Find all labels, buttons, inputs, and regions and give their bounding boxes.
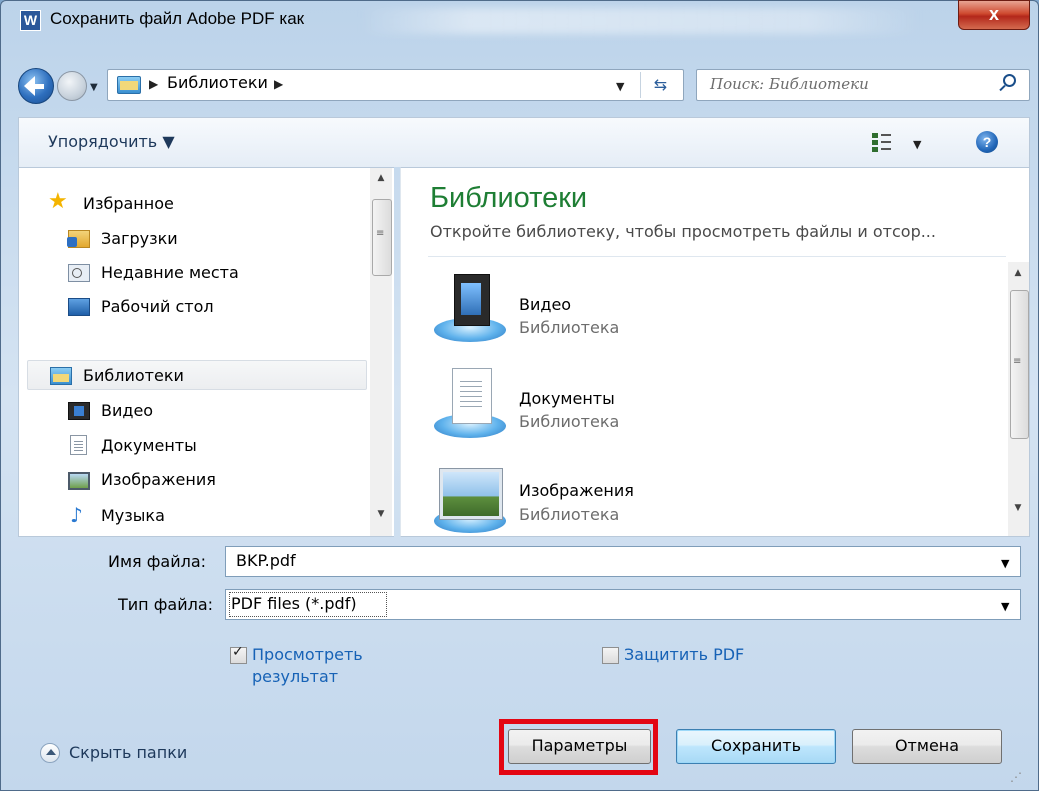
sidebar-item-video[interactable]: Видео [101,401,153,420]
scroll-down-icon[interactable]: ▼ [1008,503,1028,513]
organize-menu[interactable]: Упорядочить ▼ [48,132,175,151]
file-type-dropdown-icon[interactable]: ▼ [1001,600,1009,613]
sidebar-item-documents[interactable]: Документы [101,436,197,455]
back-arrow-icon [24,76,35,96]
file-name-label: Имя файла: [108,552,207,571]
pictures-library-icon [432,463,508,535]
library-name-pictures[interactable]: Изображения [519,481,634,500]
desktop-icon [68,298,90,316]
pictures-icon [68,472,90,490]
music-icon: ♪ [70,503,83,527]
file-name-value[interactable]: BKP.pdf [236,551,296,570]
downloads-folder-icon [67,230,90,248]
sidebar-item-pictures[interactable]: Изображения [101,470,216,489]
documents-library-icon [432,368,508,440]
search-icon[interactable] [1003,74,1016,87]
page-subtitle: Откройте библиотеку, чтобы просмотреть ф… [430,222,936,241]
window-title: Сохранить файл Adobe PDF как [50,9,305,28]
library-type-documents: Библиотека [519,412,620,431]
scroll-up-icon[interactable]: ▲ [371,173,391,183]
breadcrumb-chevron-icon[interactable]: ▶ [149,77,158,91]
scroll-down-icon[interactable]: ▼ [371,509,391,519]
video-icon [68,402,90,420]
sidebar-item-libraries[interactable]: Библиотеки [83,366,184,385]
resize-grip-icon[interactable]: ⋰ [1010,770,1022,784]
history-dropdown-icon[interactable]: ▼ [90,82,98,93]
breadcrumb-libraries[interactable]: Библиотеки [167,73,268,92]
scroll-grip-icon: ≡ [1013,356,1022,367]
word-app-icon: W [20,10,41,31]
view-result-label[interactable]: Просмотреть [252,644,363,666]
title-glass-blur [360,8,920,34]
file-name-input[interactable] [225,546,1021,577]
refresh-icon[interactable]: ⇆ [640,72,680,98]
library-type-video: Библиотека [519,318,620,337]
sidebar-item-recent-places[interactable]: Недавние места [101,263,239,282]
library-name-video[interactable]: Видео [519,295,571,314]
documents-icon [70,435,87,455]
recent-places-icon [68,264,90,282]
protect-pdf-checkbox[interactable] [602,647,619,664]
hide-folders-label[interactable]: Скрыть папки [69,743,187,762]
libraries-icon [117,76,141,94]
selected-item-highlight [27,360,367,390]
sidebar-item-desktop[interactable]: Рабочий стол [101,297,214,316]
address-dropdown-icon[interactable]: ▼ [616,80,624,93]
divider [428,256,1006,257]
help-icon[interactable]: ? [976,131,998,153]
page-title: Библиотеки [430,182,588,214]
view-result-checkbox[interactable] [230,644,247,664]
view-result-label-line2[interactable]: результат [252,666,338,688]
video-library-icon [432,272,508,344]
file-type-label: Тип файла: [118,595,214,614]
sidebar-item-music[interactable]: Музыка [101,506,165,525]
save-button[interactable]: Сохранить [676,729,836,764]
protect-pdf-label[interactable]: Защитить PDF [624,644,744,666]
view-dropdown-icon[interactable]: ▼ [913,138,921,151]
scroll-up-icon[interactable]: ▲ [1008,268,1028,278]
star-icon: ★ [48,189,68,214]
file-name-dropdown-icon[interactable]: ▼ [1001,557,1009,570]
library-name-documents[interactable]: Документы [519,389,615,408]
view-options-icon[interactable] [872,132,892,152]
search-placeholder: Поиск: Библиотеки [710,75,869,93]
breadcrumb-chevron-icon[interactable]: ▶ [274,77,283,91]
close-button[interactable]: x [958,0,1030,30]
file-type-value[interactable]: PDF files (*.pdf) [231,594,357,613]
cancel-button[interactable]: Отмена [852,729,1002,764]
forward-button[interactable] [57,71,87,101]
sidebar-item-favorites[interactable]: Избранное [83,194,174,213]
sidebar-item-downloads[interactable]: Загрузки [101,229,178,248]
library-type-pictures: Библиотека [519,505,620,524]
hide-folders-icon[interactable] [40,743,60,763]
params-button[interactable]: Параметры [508,729,651,764]
libraries-icon [50,367,72,385]
scroll-grip-icon: ≡ [376,228,385,239]
